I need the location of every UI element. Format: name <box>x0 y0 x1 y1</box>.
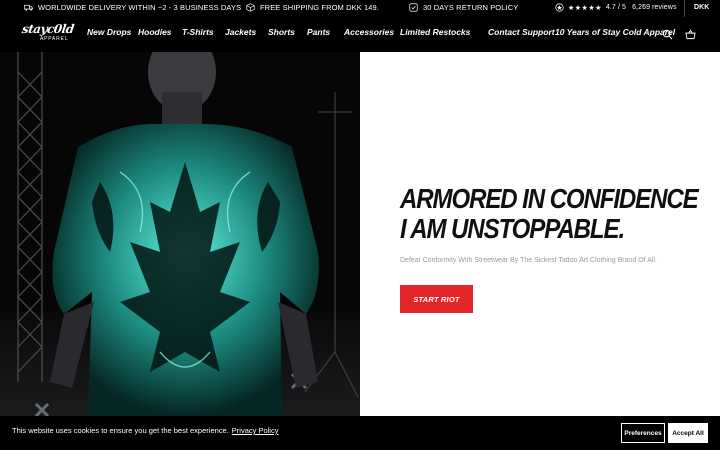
nav-contact-support[interactable]: Contact Support <box>488 27 555 37</box>
rating-score: 4.7 / 5 <box>605 4 627 11</box>
returns-message: 30 DAYS RETURN POLICY <box>409 3 518 12</box>
delivery-message: WORLDWIDE DELIVERY WITHIN ~2 - 3 BUSINES… <box>24 3 241 12</box>
shipping-text: FREE SHIPPING FROM DKK 149. <box>260 3 379 12</box>
cookie-text: This website uses cookies to ensure you … <box>12 426 229 435</box>
headline-line-1: ARMORED IN CONFIDENCE <box>400 183 699 214</box>
hero-headline: ARMORED IN CONFIDENCE I AM UNSTOPPABLE. <box>400 183 699 244</box>
hero-subtext: Defeat Conformity With Streetwear By The… <box>400 257 657 264</box>
privacy-policy-link[interactable]: Privacy Policy <box>232 426 279 435</box>
delivery-text: WORLDWIDE DELIVERY WITHIN ~2 - 3 BUSINES… <box>38 3 242 12</box>
announcement-bar: WORLDWIDE DELIVERY WITHIN ~2 - 3 BUSINES… <box>0 0 720 17</box>
hero-photo <box>0 52 360 416</box>
accept-all-button[interactable]: Accept All <box>668 423 708 443</box>
cookie-banner: This website uses cookies to ensure you … <box>0 416 720 450</box>
cookie-message: This website uses cookies to ensure you … <box>12 426 278 435</box>
main-nav: New Drops Hoodies T-Shirts Jackets Short… <box>0 27 720 41</box>
site-header: stayc0ld APPAREL New Drops Hoodies T-Shi… <box>0 17 720 52</box>
nav-shorts[interactable]: Shorts <box>268 27 295 37</box>
basket-icon[interactable] <box>685 29 696 40</box>
start-riot-button[interactable]: START RIOT <box>400 285 473 313</box>
returns-text: 30 DAYS RETURN POLICY <box>423 3 519 12</box>
search-icon[interactable] <box>662 29 673 40</box>
nav-new-drops[interactable]: New Drops <box>87 27 131 37</box>
return-icon <box>409 3 418 12</box>
nav-limited-restocks[interactable]: Limited Restocks <box>400 27 470 37</box>
rating-widget[interactable]: ★★★★★ 4.7 / 5 6,269 reviews <box>555 3 677 12</box>
rating-stars: ★★★★★ <box>568 4 602 12</box>
hero-image <box>0 52 360 416</box>
nav-pants[interactable]: Pants <box>307 27 330 37</box>
truck-icon <box>24 4 33 11</box>
topbar-divider <box>684 0 685 17</box>
nav-hoodies[interactable]: Hoodies <box>138 27 172 37</box>
preferences-button[interactable]: Preferences <box>621 423 665 443</box>
nav-10-years[interactable]: 10 Years of Stay Cold Apparel <box>555 27 675 37</box>
nav-jackets[interactable]: Jackets <box>225 27 256 37</box>
nav-t-shirts[interactable]: T-Shirts <box>182 27 214 37</box>
shipping-message: FREE SHIPPING FROM DKK 149. <box>246 3 379 12</box>
review-count: 6,269 reviews <box>632 4 677 11</box>
hero-panel: ARMORED IN CONFIDENCE I AM UNSTOPPABLE. … <box>360 52 720 416</box>
box-icon <box>246 3 255 12</box>
review-badge-icon <box>555 3 564 12</box>
headline-line-2: I AM UNSTOPPABLE. <box>400 213 625 244</box>
currency-selector[interactable]: DKK <box>694 4 709 11</box>
nav-accessories[interactable]: Accessories <box>344 27 394 37</box>
